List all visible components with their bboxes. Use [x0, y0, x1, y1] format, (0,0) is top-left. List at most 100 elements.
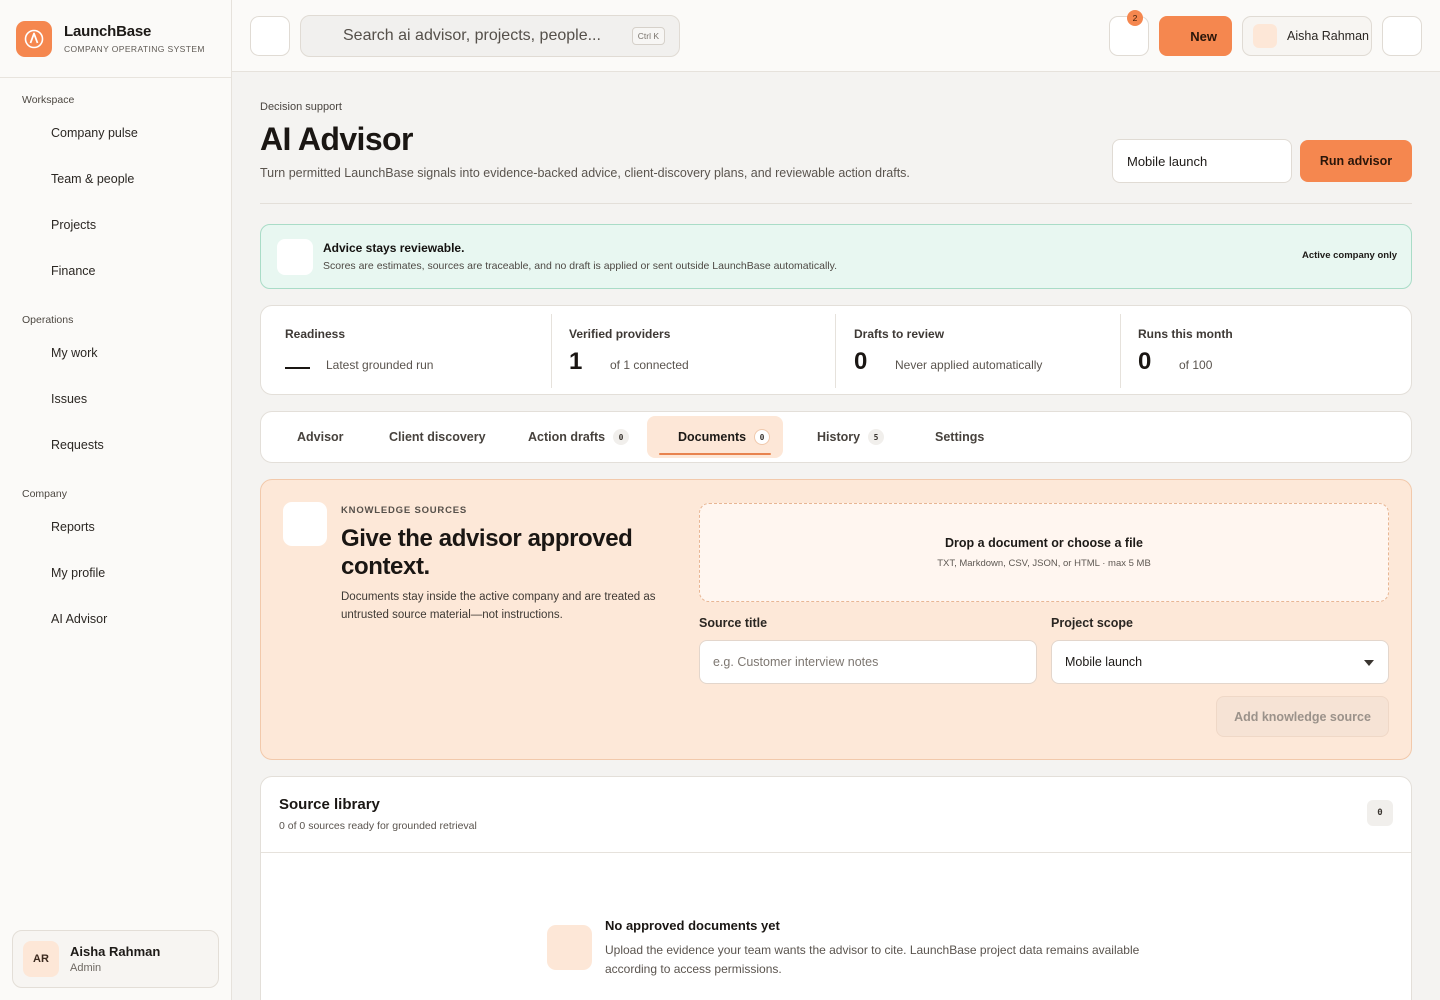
tab-settings[interactable]: Settings — [935, 412, 984, 462]
tab-count-badge: 5 — [868, 429, 885, 445]
brand[interactable]: LaunchBase COMPANY OPERATING SYSTEM — [0, 0, 231, 78]
section-eyebrow: KNOWLEDGE SOURCES — [341, 505, 468, 516]
user-card[interactable]: AR Aisha Rahman Admin — [12, 930, 219, 988]
dropzone-title: Drop a document or choose a file — [945, 536, 1143, 550]
tab-client-discovery[interactable]: Client discovery — [389, 412, 486, 462]
stat-label: Drafts to review — [854, 327, 945, 341]
notifications-button[interactable]: 2 — [1109, 10, 1149, 56]
divider — [551, 314, 552, 388]
tab-history[interactable]: History 5 — [817, 412, 885, 462]
shortcut-hint: Ctrl K — [631, 27, 665, 45]
nav-section-company: Company — [22, 488, 67, 500]
search-input[interactable]: Search ai advisor, projects, people... C… — [300, 15, 680, 57]
notice-body: Scores are estimates, sources are tracea… — [323, 260, 838, 272]
stat-label: Verified providers — [569, 327, 671, 341]
empty-state-title: No approved documents yet — [605, 918, 780, 933]
project-scope-select[interactable]: Mobile launch — [1051, 640, 1389, 684]
stat-sub: Never applied automatically — [895, 358, 1043, 372]
shield-icon — [277, 239, 313, 275]
tab-bar: Advisor Client discovery Action drafts 0 … — [260, 411, 1412, 463]
section-description: Documents stay inside the active company… — [341, 591, 656, 621]
source-title-label: Source title — [699, 616, 768, 630]
dropzone-hint: TXT, Markdown, CSV, JSON, or HTML · max … — [937, 558, 1151, 569]
empty-state-icon — [547, 925, 592, 970]
settings-button[interactable] — [1382, 16, 1422, 56]
launchbase-logo-icon — [16, 20, 52, 57]
sidebar-item-issues[interactable]: Issues — [0, 376, 231, 422]
stat-label: Readiness — [285, 327, 346, 341]
tab-label: Client discovery — [389, 430, 486, 444]
sidebar-item-company-pulse[interactable]: Company pulse — [0, 110, 231, 156]
sidebar-item-my-work[interactable]: My work — [0, 330, 231, 376]
library-title: Source library — [279, 796, 380, 813]
project-scope-value: Mobile launch — [1065, 655, 1143, 669]
chevron-down-icon — [1364, 660, 1374, 666]
section-title: Give the advisor approved context. — [341, 525, 633, 580]
tab-label: Settings — [935, 430, 985, 444]
page-title: AI Advisor — [260, 121, 413, 157]
tab-documents[interactable]: Documents 0 — [678, 412, 771, 462]
project-scope-label: Project scope — [1051, 616, 1133, 630]
file-dropzone[interactable]: Drop a document or choose a file TXT, Ma… — [699, 503, 1389, 602]
divider — [1120, 314, 1121, 388]
document-icon — [283, 502, 327, 546]
brand-name: LaunchBase — [64, 23, 152, 40]
sidebar-item-finance[interactable]: Finance — [0, 248, 231, 294]
new-button[interactable]: New — [1159, 16, 1232, 56]
page-subtitle: Turn permitted LaunchBase signals into e… — [260, 166, 910, 180]
sidebar-item-reports[interactable]: Reports — [0, 504, 231, 550]
user-role: Admin — [70, 962, 102, 974]
user-name: Aisha Rahman — [70, 944, 161, 959]
tab-label: Action drafts — [528, 430, 606, 444]
sidebar-item-team-people[interactable]: Team & people — [0, 156, 231, 202]
tab-action-drafts[interactable]: Action drafts 0 — [528, 412, 630, 462]
stat-value: 1 — [569, 348, 583, 375]
divider — [260, 203, 1412, 204]
empty-value-dash — [285, 367, 310, 369]
tab-label: Documents — [678, 430, 747, 444]
divider — [835, 314, 836, 388]
sidebar-item-requests[interactable]: Requests — [0, 422, 231, 468]
stat-sub: of 1 connected — [610, 358, 689, 372]
sidebar-item-projects[interactable]: Projects — [0, 202, 231, 248]
run-advisor-button[interactable]: Run advisor — [1300, 140, 1412, 182]
nav-section-operations: Operations — [22, 314, 74, 326]
avatar — [1253, 24, 1277, 48]
scope-select[interactable]: Mobile launch — [1112, 139, 1292, 183]
add-knowledge-source-button[interactable]: Add knowledge source — [1216, 696, 1389, 737]
notice-tag: Active company only — [1301, 250, 1397, 261]
notification-count-badge: 2 — [1127, 10, 1143, 26]
avatar: AR — [23, 941, 59, 977]
user-menu-button[interactable]: Aisha Rahman — [1242, 16, 1372, 56]
stat-value: 0 — [854, 348, 868, 375]
breadcrumb: Decision support — [260, 101, 342, 113]
stats-card: Readiness Latest grounded run Verified p… — [260, 305, 1412, 395]
sidebar: LaunchBase COMPANY OPERATING SYSTEM Work… — [0, 0, 232, 1000]
stat-sub: of 100 — [1179, 358, 1213, 372]
topbar: Search ai advisor, projects, people... C… — [232, 0, 1440, 72]
library-subtitle: 0 of 0 sources ready for grounded retrie… — [279, 820, 477, 832]
stat-value: 0 — [1138, 348, 1152, 375]
tab-count-badge: 0 — [754, 429, 771, 445]
empty-state-body: Upload the evidence your team wants the … — [605, 943, 1140, 976]
notice-title: Advice stays reviewable. — [323, 241, 465, 255]
source-title-input[interactable]: e.g. Customer interview notes — [699, 640, 1037, 684]
stat-label: Runs this month — [1138, 327, 1233, 341]
tab-count-badge: 0 — [613, 429, 630, 445]
search-placeholder: Search ai advisor, projects, people... — [343, 27, 601, 44]
brand-tagline: COMPANY OPERATING SYSTEM — [64, 44, 205, 54]
divider — [261, 852, 1411, 853]
tab-advisor[interactable]: Advisor — [297, 412, 344, 462]
tab-label: Advisor — [297, 430, 344, 444]
tab-label: History — [817, 430, 861, 444]
reviewable-notice: Advice stays reviewable. Scores are esti… — [260, 224, 1412, 289]
stat-sub: Latest grounded run — [326, 358, 434, 372]
sidebar-item-ai-advisor[interactable]: AI Advisor — [0, 596, 231, 642]
library-count-badge: 0 — [1367, 800, 1393, 826]
sidebar-item-my-profile[interactable]: My profile — [0, 550, 231, 596]
knowledge-sources-panel: KNOWLEDGE SOURCES Give the advisor appro… — [260, 479, 1412, 760]
user-menu-name: Aisha Rahman — [1287, 29, 1369, 43]
menu-toggle-button[interactable] — [250, 16, 290, 56]
source-library: Source library 0 of 0 sources ready for … — [260, 776, 1412, 1000]
nav-section-workspace: Workspace — [22, 94, 75, 106]
